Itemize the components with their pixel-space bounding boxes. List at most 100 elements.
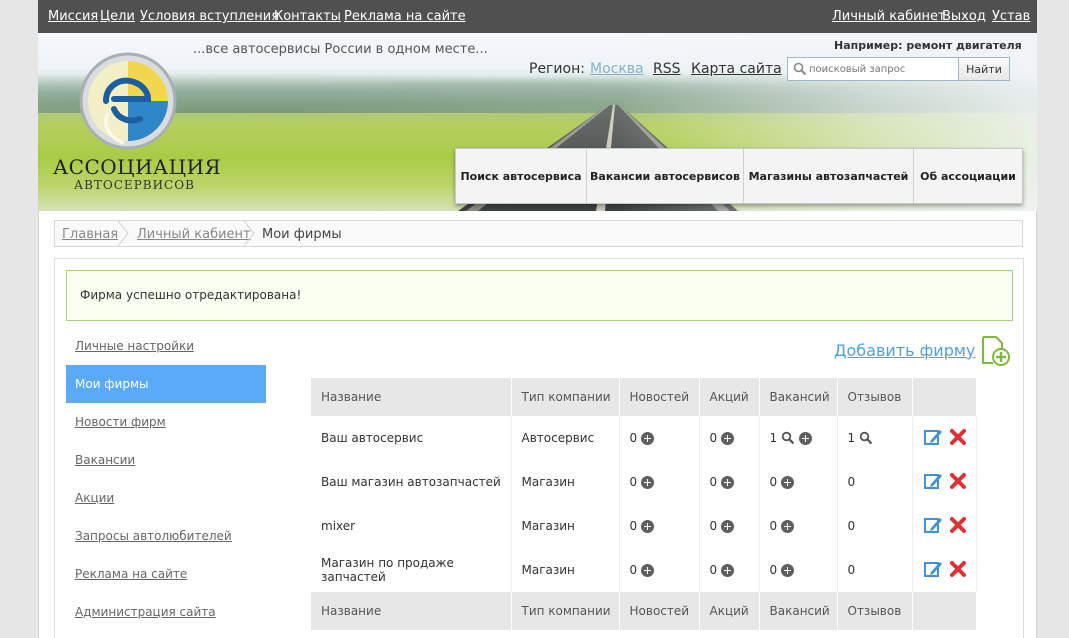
sidebar-item-administration[interactable]: Администрация сайта bbox=[66, 593, 266, 631]
topnav-logout-link[interactable]: Выход bbox=[942, 9, 986, 24]
main-navigation: Поиск автосервиса Вакансии автосервисов … bbox=[455, 148, 1023, 204]
vacancy-count: 0 bbox=[769, 563, 778, 577]
delete-icon[interactable] bbox=[949, 428, 967, 446]
nav-parts-shops[interactable]: Магазины автозапчастей bbox=[744, 149, 914, 203]
add-news-icon[interactable] bbox=[641, 431, 655, 445]
add-promo-icon[interactable] bbox=[721, 563, 735, 577]
add-vacancy-icon[interactable] bbox=[781, 475, 795, 489]
table-row: mixer Магазин 0 0 0 0 bbox=[311, 504, 977, 548]
sidebar-item-requests[interactable]: Запросы автолюбителей bbox=[66, 517, 266, 555]
firm-name: Магазин по продаже запчастей bbox=[311, 548, 512, 592]
column-footer-actions bbox=[912, 592, 977, 630]
logo-subtitle: АВТОСЕРВИСОВ bbox=[74, 178, 195, 192]
add-vacancy-icon[interactable] bbox=[781, 563, 795, 577]
column-header-news: Новостей bbox=[619, 378, 700, 416]
add-news-icon[interactable] bbox=[641, 475, 655, 489]
success-notice-text: Фирма успешно отредактирована! bbox=[80, 288, 302, 302]
topnav-account-link[interactable]: Личный кабинет bbox=[832, 9, 946, 24]
add-promo-icon[interactable] bbox=[721, 475, 735, 489]
column-header-reviews: Отзывов bbox=[837, 378, 913, 416]
edit-icon[interactable] bbox=[923, 515, 943, 535]
account-panel: Фирма успешно отредактирована! Личные на… bbox=[54, 258, 1024, 638]
promo-count: 0 bbox=[709, 519, 718, 533]
table-header-row: Название Тип компании Новостей Акций Вак… bbox=[311, 378, 977, 416]
success-notice: Фирма успешно отредактирована! bbox=[66, 270, 1013, 321]
firm-type: Автосервис bbox=[511, 416, 620, 460]
add-vacancy-icon[interactable] bbox=[799, 431, 813, 445]
column-header-promos: Акций bbox=[699, 378, 760, 416]
add-firm-link[interactable]: Добавить фирму bbox=[834, 341, 975, 360]
region-label: Регион: bbox=[529, 61, 585, 77]
column-footer-type: Тип компании bbox=[511, 592, 620, 630]
add-promo-icon[interactable] bbox=[721, 519, 735, 533]
sidebar-item-firm-news[interactable]: Новости фирм bbox=[66, 403, 266, 441]
nav-about-association[interactable]: Об ассоциации bbox=[914, 149, 1022, 203]
review-count: 0 bbox=[837, 548, 913, 592]
column-header-vacancies: Вакансий bbox=[759, 378, 838, 416]
sidebar-item-promotions[interactable]: Акции bbox=[66, 479, 266, 517]
topnav-contacts-link[interactable]: Контакты bbox=[274, 9, 341, 24]
firm-name: Ваш автосервис bbox=[311, 416, 512, 460]
news-count: 0 bbox=[629, 563, 638, 577]
column-footer-promos: Акций bbox=[699, 592, 760, 630]
search-box bbox=[787, 57, 959, 81]
logo-title: АССОЦИАЦИЯ bbox=[53, 155, 222, 179]
delete-icon[interactable] bbox=[949, 560, 967, 578]
delete-icon[interactable] bbox=[949, 472, 967, 490]
breadcrumb-separator-icon bbox=[243, 221, 255, 246]
table-footer-row: Название Тип компании Новостей Акций Вак… bbox=[311, 592, 977, 630]
sidebar-item-my-firms[interactable]: Мои фирмы bbox=[66, 365, 266, 403]
firm-name: Ваш магазин автозапчастей bbox=[311, 460, 512, 504]
search-button[interactable]: Найти bbox=[958, 57, 1010, 81]
site-tagline: ...все автосервисы России в одном месте.… bbox=[193, 42, 488, 57]
account-sidebar: Личные настройки Мои фирмы Новости фирм … bbox=[66, 327, 266, 631]
column-footer-vacancies: Вакансий bbox=[759, 592, 838, 630]
table-row: Ваш автосервис Автосервис 0 0 1 1 bbox=[311, 416, 977, 460]
column-header-type: Тип компании bbox=[511, 378, 620, 416]
sidebar-item-settings[interactable]: Личные настройки bbox=[66, 327, 266, 365]
edit-icon[interactable] bbox=[923, 427, 943, 447]
sitemap-link[interactable]: Карта сайта bbox=[691, 61, 782, 77]
review-count: 0 bbox=[837, 504, 913, 548]
topnav-mission-link[interactable]: Миссия bbox=[48, 9, 98, 24]
topnav-charter-link[interactable]: Устав bbox=[992, 9, 1030, 24]
rss-link[interactable]: RSS bbox=[653, 61, 681, 77]
topnav-membership-link[interactable]: Условия вступления bbox=[140, 9, 279, 24]
sidebar-item-advertising[interactable]: Реклама на сайте bbox=[66, 555, 266, 593]
column-footer-news: Новостей bbox=[619, 592, 700, 630]
firm-name: mixer bbox=[311, 504, 512, 548]
breadcrumb: Главная Личный кабиент Мои фирмы bbox=[54, 220, 1023, 247]
news-count: 0 bbox=[629, 431, 638, 445]
edit-icon[interactable] bbox=[923, 471, 943, 491]
breadcrumb-home-link[interactable]: Главная bbox=[62, 227, 118, 242]
vacancy-count: 1 bbox=[769, 431, 778, 445]
add-vacancy-icon[interactable] bbox=[781, 519, 795, 533]
edit-icon[interactable] bbox=[923, 559, 943, 579]
sidebar-item-vacancies[interactable]: Вакансии bbox=[66, 441, 266, 479]
region-selector-link[interactable]: Москва bbox=[590, 61, 644, 77]
review-count: 0 bbox=[837, 460, 913, 504]
add-news-icon[interactable] bbox=[641, 519, 655, 533]
promo-count: 0 bbox=[709, 563, 718, 577]
delete-icon[interactable] bbox=[949, 516, 967, 534]
view-reviews-icon[interactable] bbox=[859, 431, 873, 445]
vacancy-count: 0 bbox=[769, 519, 778, 533]
column-header-actions bbox=[912, 378, 977, 416]
nav-service-vacancies[interactable]: Вакансии автосервисов bbox=[587, 149, 744, 203]
column-footer-reviews: Отзывов bbox=[837, 592, 913, 630]
add-document-icon[interactable] bbox=[981, 335, 1011, 367]
breadcrumb-account-link[interactable]: Личный кабиент bbox=[137, 227, 251, 242]
add-promo-icon[interactable] bbox=[721, 431, 735, 445]
view-vacancies-icon[interactable] bbox=[781, 431, 795, 445]
news-count: 0 bbox=[629, 475, 638, 489]
search-icon bbox=[793, 62, 807, 76]
nav-find-service[interactable]: Поиск автосервиса bbox=[456, 149, 587, 203]
promo-count: 0 bbox=[709, 475, 718, 489]
table-row: Магазин по продаже запчастей Магазин 0 0… bbox=[311, 548, 977, 592]
search-input[interactable] bbox=[809, 61, 954, 77]
promo-count: 0 bbox=[709, 431, 718, 445]
topnav-goals-link[interactable]: Цели bbox=[100, 9, 135, 24]
topnav-advertising-link[interactable]: Реклама на сайте bbox=[344, 9, 466, 24]
breadcrumb-current: Мои фирмы bbox=[262, 227, 342, 242]
add-news-icon[interactable] bbox=[641, 563, 655, 577]
